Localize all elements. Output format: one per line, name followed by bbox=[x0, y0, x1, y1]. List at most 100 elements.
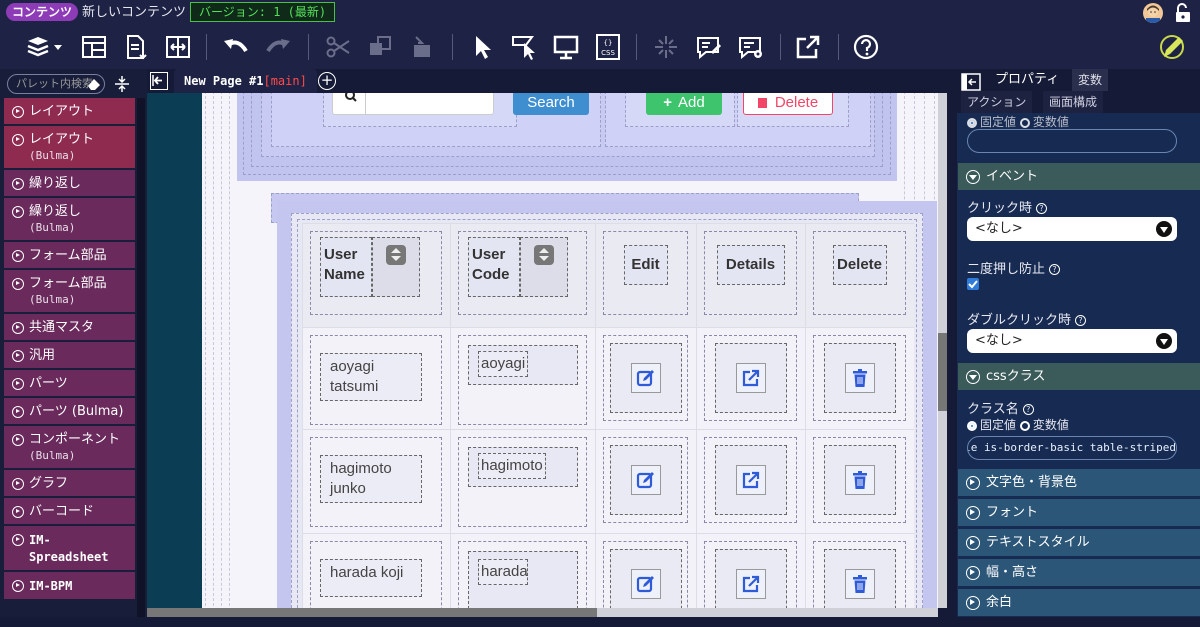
header-details[interactable]: Details bbox=[717, 255, 785, 275]
double-prevent-checkbox[interactable] bbox=[967, 278, 979, 290]
palette-item[interactable]: グラフ bbox=[4, 470, 135, 498]
palette-item[interactable]: フォーム部品 bbox=[4, 242, 135, 270]
radio-var[interactable] bbox=[1019, 420, 1030, 431]
sort-icon[interactable] bbox=[386, 245, 406, 265]
palette-item[interactable]: 繰り返し bbox=[4, 170, 135, 198]
palette-item[interactable]: 繰り返し (Bulma) bbox=[4, 198, 135, 242]
tab-page-main[interactable]: New Page #1[main] bbox=[174, 69, 317, 93]
external-link-icon[interactable] bbox=[735, 569, 766, 599]
top-radio-group[interactable]: 固定値 変数値 bbox=[967, 113, 1069, 130]
play-circle-icon bbox=[12, 322, 24, 334]
user-avatar[interactable] bbox=[1143, 3, 1163, 23]
class-radio-group[interactable]: 固定値 変数値 bbox=[967, 416, 1069, 433]
palette-item[interactable]: レイアウト (Bulma) bbox=[4, 126, 135, 170]
add-button[interactable]: + Add bbox=[646, 93, 722, 115]
palette-item-label: パーツ bbox=[29, 376, 68, 391]
header-user-code[interactable]: User Code bbox=[472, 245, 520, 285]
delete-button[interactable]: Delete bbox=[743, 93, 833, 115]
edit-icon[interactable] bbox=[630, 569, 661, 599]
external-link-icon[interactable] bbox=[735, 363, 766, 393]
palette-item[interactable]: バーコード bbox=[4, 498, 135, 526]
palette-item[interactable]: コンポーネント (Bulma) bbox=[4, 426, 135, 470]
palette-item[interactable]: レイアウト bbox=[4, 98, 135, 126]
header-delete[interactable]: Delete bbox=[833, 255, 887, 275]
collapse-all-icon[interactable] bbox=[113, 75, 131, 93]
undo-icon[interactable] bbox=[220, 31, 252, 63]
edit-icon[interactable] bbox=[630, 465, 661, 495]
palette-item[interactable]: パーツ bbox=[4, 370, 135, 398]
canvas-horizontal-scroll-thumb[interactable] bbox=[147, 608, 597, 617]
play-circle-icon bbox=[12, 178, 24, 190]
radio-fixed[interactable] bbox=[967, 420, 977, 431]
trash-icon[interactable] bbox=[844, 363, 875, 393]
event-section-header[interactable]: イベント bbox=[958, 163, 1200, 190]
palette-item[interactable]: フォーム部品 (Bulma) bbox=[4, 270, 135, 314]
search-button[interactable]: Search bbox=[513, 93, 589, 115]
user-code-cell: aoyagi bbox=[481, 355, 526, 372]
paste-icon[interactable] bbox=[406, 31, 438, 63]
fit-width-icon[interactable] bbox=[162, 31, 194, 63]
add-button-label: Add bbox=[678, 94, 705, 111]
panel-collapse-icon[interactable] bbox=[961, 73, 981, 91]
class-name-input[interactable]: table is-border-basic table-striped bbox=[967, 436, 1177, 460]
document-export-icon[interactable] bbox=[120, 31, 152, 63]
tab-actions[interactable]: アクション bbox=[961, 91, 1033, 113]
eraser-icon[interactable] bbox=[86, 76, 102, 92]
external-link-icon[interactable] bbox=[735, 465, 766, 495]
section-header-collapsed[interactable]: 余白 bbox=[958, 589, 1200, 616]
header-user-name[interactable]: User Name bbox=[324, 245, 372, 285]
add-tab-icon[interactable]: + bbox=[318, 72, 336, 90]
radio-fixed-label: 固定値 bbox=[980, 418, 1017, 432]
css-section-header[interactable]: cssクラス bbox=[958, 363, 1200, 390]
layers-dropdown-icon[interactable] bbox=[20, 31, 68, 63]
click-event-select[interactable]: <なし> bbox=[967, 217, 1177, 241]
palette-item-label: IM-BPM bbox=[29, 579, 73, 593]
comment-edit-icon[interactable] bbox=[692, 31, 724, 63]
copy-components-icon[interactable] bbox=[364, 31, 396, 63]
version-badge[interactable]: バージョン: 1 (最新) bbox=[190, 2, 336, 22]
dblclick-event-select[interactable]: <なし> bbox=[967, 329, 1177, 353]
open-external-icon[interactable] bbox=[792, 31, 824, 63]
css-file-icon[interactable]: {} CSS bbox=[592, 31, 624, 63]
palette-item[interactable]: 共通マスタ bbox=[4, 314, 135, 342]
palette-scrollbar[interactable] bbox=[137, 98, 145, 617]
section-header-collapsed[interactable]: フォント bbox=[958, 499, 1200, 526]
edit-icon[interactable] bbox=[630, 363, 661, 393]
design-canvas[interactable]: Search + Add Delete User Name User Code Edi… bbox=[147, 93, 938, 608]
palette-item[interactable]: IM-BPM bbox=[4, 572, 135, 601]
back-arrow-icon[interactable] bbox=[150, 72, 168, 90]
layout-grid-icon[interactable] bbox=[78, 31, 110, 63]
top-value-input[interactable] bbox=[967, 129, 1177, 153]
help-icon[interactable] bbox=[850, 31, 882, 63]
section-header-collapsed[interactable]: テキストスタイル bbox=[958, 529, 1200, 556]
select-area-icon[interactable] bbox=[508, 31, 540, 63]
panel-splitter[interactable] bbox=[947, 69, 957, 617]
redo-icon[interactable] bbox=[262, 31, 294, 63]
tab-screen-structure[interactable]: 画面構成 bbox=[1043, 91, 1104, 113]
select-pointer-icon[interactable] bbox=[466, 31, 498, 63]
preview-monitor-icon[interactable] bbox=[550, 31, 582, 63]
sort-icon[interactable] bbox=[534, 245, 554, 265]
content-name[interactable]: 新しいコンテンツ bbox=[82, 4, 186, 21]
tab-properties[interactable]: プロパティ bbox=[989, 69, 1066, 91]
user-name-cell: harada koji bbox=[330, 564, 404, 581]
palette-item[interactable]: 汎用 bbox=[4, 342, 135, 370]
palette-item[interactable]: IM-Spreadsheet bbox=[4, 526, 135, 572]
trash-icon[interactable] bbox=[844, 465, 875, 495]
canvas-vertical-scroll-thumb[interactable] bbox=[938, 333, 947, 411]
unlock-icon[interactable] bbox=[1174, 3, 1192, 23]
tab-variables[interactable]: 変数 bbox=[1072, 69, 1109, 91]
sparkle-icon[interactable] bbox=[650, 31, 682, 63]
class-name-label: クラス名? bbox=[967, 398, 1034, 417]
header-edit[interactable]: Edit bbox=[624, 255, 668, 275]
palette-item[interactable]: パーツ (Bulma) bbox=[4, 398, 135, 426]
play-circle-icon bbox=[12, 580, 24, 592]
user-face-icon bbox=[1146, 5, 1160, 23]
section-header-collapsed[interactable]: 文字色・背景色 bbox=[958, 469, 1200, 496]
trash-icon[interactable] bbox=[844, 569, 875, 599]
user-name-cell: aoyagi tatsumi bbox=[330, 358, 379, 395]
comment-settings-icon[interactable] bbox=[734, 31, 766, 63]
edit-pencil-icon[interactable] bbox=[1156, 31, 1188, 63]
cut-icon[interactable] bbox=[322, 31, 354, 63]
section-header-collapsed[interactable]: 幅・高さ bbox=[958, 559, 1200, 586]
